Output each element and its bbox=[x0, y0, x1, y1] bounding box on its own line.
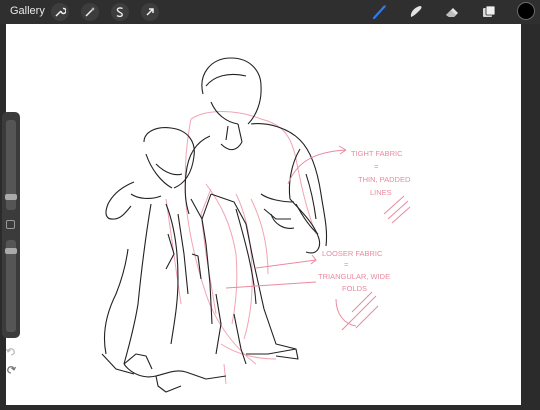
redo-icon[interactable] bbox=[5, 362, 17, 374]
annotation-text: TIGHT FABRIC = THIN, PADDED LINES LOOSER… bbox=[318, 149, 411, 293]
annotation-1-line-1: TIGHT FABRIC bbox=[351, 149, 403, 158]
top-toolbar: Gallery bbox=[0, 0, 540, 24]
annotation-2-line-1: LOOSER FABRIC bbox=[322, 249, 383, 258]
artwork: TIGHT FABRIC = THIN, PADDED LINES LOOSER… bbox=[101, 57, 411, 393]
layers-icon[interactable] bbox=[480, 3, 498, 21]
transform-arrow-icon[interactable] bbox=[141, 3, 159, 21]
gallery-button[interactable]: Gallery bbox=[10, 5, 45, 17]
eraser-icon[interactable] bbox=[443, 3, 461, 21]
lineart-front-figure bbox=[101, 127, 299, 393]
brush-icon[interactable] bbox=[371, 3, 389, 21]
sketch-layer bbox=[165, 111, 317, 385]
color-picker-button[interactable] bbox=[517, 2, 535, 20]
magic-wand-icon[interactable] bbox=[81, 3, 99, 21]
undo-icon[interactable] bbox=[5, 344, 17, 356]
annotation-2-line-3: TRIANGULAR, WIDE bbox=[318, 272, 390, 281]
annotation-2-line-4: FOLDS bbox=[342, 284, 367, 293]
annotation-2-line-2: = bbox=[344, 260, 349, 269]
wrench-icon[interactable] bbox=[51, 3, 69, 21]
brush-sidebar bbox=[2, 112, 20, 374]
smudge-icon[interactable] bbox=[407, 3, 425, 21]
opacity-thumb[interactable] bbox=[5, 248, 17, 254]
modifier-button[interactable] bbox=[6, 220, 15, 229]
annotation-1-line-2: = bbox=[374, 162, 379, 171]
brush-size-thumb[interactable] bbox=[5, 194, 17, 200]
annotation-marks bbox=[225, 145, 411, 331]
canvas-right-gutter bbox=[521, 24, 540, 405]
selection-icon[interactable] bbox=[111, 3, 129, 21]
annotation-1-line-4: LINES bbox=[370, 188, 392, 197]
annotation-1-line-3: THIN, PADDED bbox=[358, 175, 411, 184]
drawing-canvas[interactable]: TIGHT FABRIC = THIN, PADDED LINES LOOSER… bbox=[6, 24, 521, 405]
